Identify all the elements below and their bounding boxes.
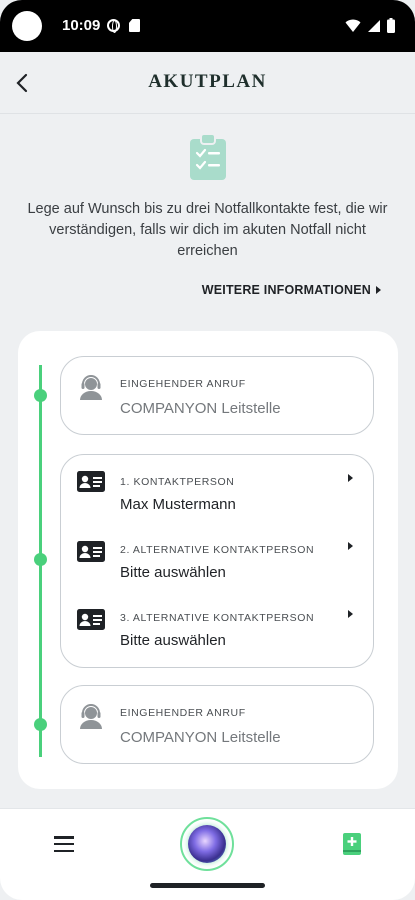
incoming-call-value: COMPANYON Leitstelle	[120, 400, 281, 417]
signal-icon	[368, 19, 380, 32]
top-app-bar: AKUTPLAN	[0, 52, 415, 114]
incoming-call-card-top: EINGEHENDER ANRUF COMPANYON Leitstelle	[60, 356, 374, 435]
hamburger-menu-icon[interactable]	[54, 836, 74, 852]
incoming-call-card-bottom: EINGEHENDER ANRUF COMPANYON Leitstelle	[60, 685, 374, 764]
id-card-icon	[77, 609, 105, 630]
caret-right-icon	[348, 542, 353, 550]
contact-label: 2. ALTERNATIVE KONTAKTPERSON	[120, 544, 315, 556]
wifi-icon	[345, 19, 361, 32]
timeline-dot	[34, 718, 47, 731]
caret-right-icon	[348, 610, 353, 618]
headset-person-icon	[80, 704, 102, 729]
contact-value: Bitte auswählen	[120, 564, 226, 581]
more-information-link[interactable]: WEITERE INFORMATIONEN	[202, 283, 381, 297]
contact-value: Bitte auswählen	[120, 632, 226, 649]
vpn-globe-icon	[107, 19, 120, 33]
more-information-label: WEITERE INFORMATIONEN	[201, 283, 371, 297]
contact-row-2[interactable]: 2. ALTERNATIVE KONTAKTPERSON Bitte auswä…	[61, 525, 373, 593]
assistant-button[interactable]	[180, 817, 234, 871]
incoming-call-label: EINGEHENDER ANRUF	[120, 707, 246, 719]
status-time: 10:09	[62, 17, 101, 34]
page-title: AKUTPLAN	[148, 71, 267, 92]
timeline-dot	[34, 389, 47, 402]
bottom-navigation	[0, 808, 415, 875]
id-card-icon	[77, 471, 105, 492]
contacts-card: 1. KONTAKTPERSON Max Mustermann 2. ALTER…	[60, 454, 374, 668]
timeline-dot	[34, 553, 47, 566]
app-screen: 10:09 AKUTPLAN Lege auf Wunsch bis zu dr…	[0, 0, 415, 900]
home-indicator-bar[interactable]	[150, 883, 265, 888]
battery-icon	[387, 18, 395, 33]
camera-cutout	[12, 11, 42, 41]
status-bar: 10:09	[0, 0, 415, 52]
status-icons	[345, 18, 395, 33]
caret-right-icon	[376, 286, 381, 294]
contact-value: Max Mustermann	[120, 496, 236, 513]
clipboard-checklist-icon	[190, 134, 226, 180]
caret-right-icon	[348, 474, 353, 482]
contact-label: 3. ALTERNATIVE KONTAKTPERSON	[120, 612, 315, 624]
incoming-call-label: EINGEHENDER ANRUF	[120, 378, 246, 390]
contact-row-3[interactable]: 3. ALTERNATIVE KONTAKTPERSON Bitte auswä…	[61, 593, 373, 665]
intro-text: Lege auf Wunsch bis zu drei Notfallkonta…	[27, 201, 388, 259]
contact-book-plus-icon[interactable]	[343, 833, 361, 855]
incoming-call-value: COMPANYON Leitstelle	[120, 729, 281, 746]
headset-person-icon	[80, 375, 102, 400]
contact-row-1[interactable]: 1. KONTAKTPERSON Max Mustermann	[61, 455, 373, 525]
id-card-icon	[77, 541, 105, 562]
sd-card-icon	[129, 19, 140, 32]
contact-label: 1. KONTAKTPERSON	[120, 476, 235, 488]
assistant-orb-icon	[188, 825, 226, 863]
